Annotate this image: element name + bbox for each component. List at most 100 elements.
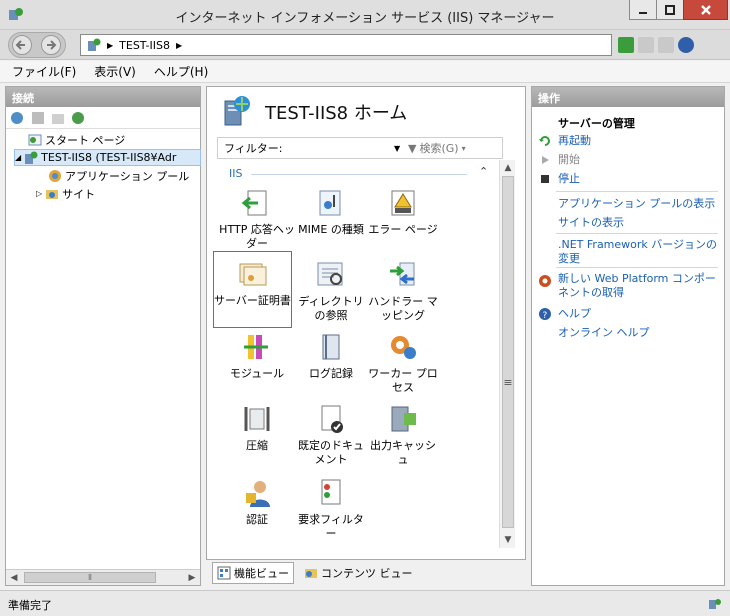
- action-help[interactable]: ヘルプ: [558, 307, 718, 321]
- connections-pane: 接続 スタート ページ ◢ TEST-IIS8 (TEST-IIS8¥Adr ア…: [5, 86, 201, 586]
- collapse-icon[interactable]: ◢: [15, 153, 21, 162]
- expand-icon[interactable]: ▷: [36, 189, 42, 198]
- app-pool-icon: [49, 169, 61, 182]
- feature-output-caching[interactable]: 出力キャッシュ: [365, 403, 441, 467]
- help-icon: ?: [539, 308, 551, 321]
- feature-mime-types[interactable]: MIME の種類: [293, 187, 369, 237]
- vscroll-thumb[interactable]: [502, 176, 514, 528]
- back-button[interactable]: [12, 35, 32, 55]
- menu-help[interactable]: ヘルプ(H): [154, 63, 208, 80]
- tree-item-app-pools[interactable]: アプリケーション プール: [48, 167, 189, 184]
- request-filtering-icon: [321, 479, 341, 505]
- maximize-icon: [665, 4, 675, 15]
- tree-label: サイト: [62, 187, 96, 201]
- actions-divider: [556, 267, 718, 268]
- certificate-icon: [239, 263, 266, 286]
- group-divider: [251, 174, 467, 175]
- menu-file[interactable]: ファイル(F): [12, 63, 76, 80]
- feature-handler-mappings[interactable]: ハンドラー マッピング: [365, 259, 441, 323]
- action-online-help[interactable]: オンライン ヘルプ: [558, 326, 718, 340]
- feature-authentication[interactable]: 認証: [219, 477, 295, 527]
- close-button[interactable]: [683, 0, 728, 20]
- sites-folder-icon: [46, 189, 59, 199]
- tree-item-sites[interactable]: ▷ サイト: [36, 185, 95, 202]
- search-button[interactable]: ▼ 検索(G) ▾: [408, 140, 466, 156]
- breadcrumb-server[interactable]: TEST-IIS8: [119, 39, 170, 52]
- server-manage-heading: サーバーの管理: [558, 117, 635, 130]
- action-get-web-platform[interactable]: 新しい Web Platform コンポーネントの取得: [558, 272, 718, 300]
- home-icon[interactable]: [658, 37, 674, 53]
- action-restart[interactable]: 再起動: [558, 134, 718, 148]
- actions-divider: [556, 191, 718, 192]
- stop-nav-icon[interactable]: [638, 37, 654, 53]
- feature-request-filtering[interactable]: 要求フィルター: [293, 477, 369, 541]
- tab-features-view[interactable]: 機能ビュー: [212, 562, 294, 584]
- title-bar: インターネット インフォメーション サービス (IIS) マネージャー: [0, 0, 730, 30]
- compression-icon: [244, 407, 270, 431]
- tree-label: アプリケーション プール: [65, 169, 190, 183]
- horizontal-scrollbar[interactable]: ◀ ⦀ ▶: [6, 569, 200, 585]
- feature-server-certificates[interactable]: サーバー証明書: [213, 251, 292, 328]
- feature-directory-browsing[interactable]: ディレクトリの参照: [293, 259, 369, 323]
- funnel-icon: ▼: [408, 141, 417, 155]
- scroll-grip-icon: ≡: [503, 375, 513, 389]
- stop-icon: [541, 175, 549, 183]
- status-bar: 準備完了: [0, 590, 730, 616]
- disconnect-icon[interactable]: [70, 110, 86, 126]
- page-title: TEST-IIS8 ホーム: [265, 103, 408, 124]
- connect-icon[interactable]: [10, 110, 26, 126]
- scroll-right-icon[interactable]: ▶: [184, 570, 200, 586]
- actions-header: 操作: [532, 87, 724, 107]
- maximize-button[interactable]: [656, 0, 684, 20]
- nav-tools: [618, 37, 694, 53]
- address-bar[interactable]: ▶ TEST-IIS8 ▶: [80, 34, 612, 56]
- output-caching-icon: [391, 406, 416, 432]
- default-document-icon: [321, 405, 343, 433]
- up-folder-icon[interactable]: [50, 110, 66, 126]
- back-arrow-icon: [15, 40, 25, 50]
- save-icon[interactable]: [30, 110, 46, 126]
- server-small-icon: [88, 38, 101, 51]
- chevron-down-icon: ▾: [461, 143, 466, 153]
- network-status-icon: [709, 599, 721, 609]
- feature-compression[interactable]: 圧縮: [219, 403, 295, 453]
- minimize-button[interactable]: [629, 0, 657, 20]
- action-view-app-pools[interactable]: アプリケーション プールの表示: [558, 197, 718, 211]
- tree-label: TEST-IIS8 (TEST-IIS8¥Adr: [41, 151, 177, 164]
- feature-default-document[interactable]: 既定のドキュメント: [293, 403, 369, 467]
- features-pane: TEST-IIS8 ホーム フィルター: ▼ ▼ 検索(G) ▾ IIS ⌃ ▲…: [206, 86, 526, 560]
- collapse-group-icon[interactable]: ⌃: [479, 165, 488, 178]
- tab-content-view[interactable]: コンテンツ ビュー: [300, 563, 417, 583]
- scroll-down-icon[interactable]: ▼: [500, 532, 516, 548]
- connections-toolbar: [6, 107, 200, 129]
- help-dropdown-icon[interactable]: [678, 37, 694, 53]
- close-icon: [700, 4, 711, 15]
- menu-view[interactable]: 表示(V): [94, 63, 136, 80]
- action-stop[interactable]: 停止: [558, 172, 718, 186]
- action-view-sites[interactable]: サイトの表示: [558, 216, 718, 230]
- scroll-up-icon[interactable]: ▲: [500, 160, 516, 176]
- forward-arrow-icon: [47, 40, 57, 50]
- scroll-left-icon[interactable]: ◀: [6, 570, 22, 586]
- feature-logging[interactable]: ログ記録: [293, 331, 369, 381]
- mime-types-icon: [319, 190, 341, 216]
- directory-browsing-icon: [317, 262, 343, 286]
- feature-error-pages[interactable]: エラー ページ: [365, 187, 441, 237]
- feature-modules[interactable]: モジュール: [219, 331, 295, 381]
- action-change-net-version[interactable]: .NET Framework バージョンの変更: [558, 238, 718, 266]
- vertical-scrollbar[interactable]: ▲ ≡ ▼: [499, 160, 515, 548]
- tree-item-start-page[interactable]: スタート ページ: [28, 131, 125, 148]
- filter-input[interactable]: [280, 141, 388, 155]
- feature-http-response-headers[interactable]: HTTP 応答ヘッダー: [219, 187, 295, 251]
- scroll-thumb[interactable]: ⦀: [24, 572, 156, 583]
- start-icon: [542, 156, 549, 164]
- forward-button[interactable]: [41, 35, 61, 55]
- breadcrumb-arrow-icon[interactable]: ▶: [176, 41, 182, 50]
- feature-worker-processes[interactable]: ワーカー プロセス: [365, 331, 441, 395]
- action-start[interactable]: 開始: [558, 153, 718, 167]
- refresh-icon[interactable]: [618, 37, 634, 53]
- tree-item-server[interactable]: ◢ TEST-IIS8 (TEST-IIS8¥Adr: [14, 149, 201, 166]
- filter-dropdown-icon[interactable]: ▼: [394, 144, 400, 153]
- content-view-icon: [305, 569, 317, 578]
- start-page-icon: [28, 134, 42, 145]
